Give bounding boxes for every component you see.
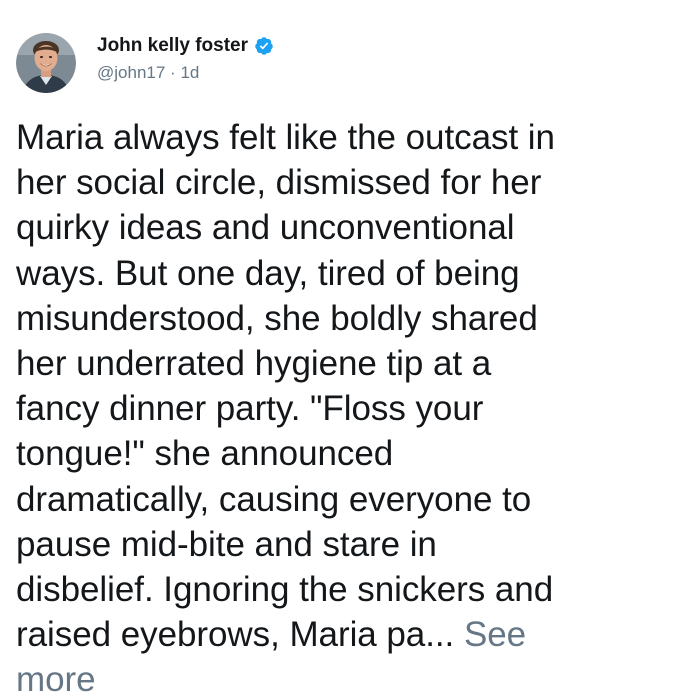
tweet-timestamp[interactable]: 1d (180, 63, 199, 82)
tweet-body: Maria always felt like the outcast in he… (16, 115, 686, 700)
author-display-name[interactable]: John kelly foster (97, 35, 248, 57)
verified-badge-icon (254, 36, 274, 56)
author-handle[interactable]: @john17 (97, 63, 165, 82)
author-avatar[interactable] (16, 33, 76, 93)
tweet-card: John kelly foster @john17 · 1d Maria alw… (0, 0, 700, 700)
meta-separator: · (170, 63, 176, 82)
profile-photo-icon (16, 33, 76, 93)
author-name-row: John kelly foster (97, 34, 657, 58)
tweet-body-text: Maria always felt like the outcast in he… (16, 118, 555, 655)
tweet-meta: @john17 · 1d (97, 62, 657, 84)
tweet-header: John kelly foster @john17 · 1d (97, 34, 657, 84)
